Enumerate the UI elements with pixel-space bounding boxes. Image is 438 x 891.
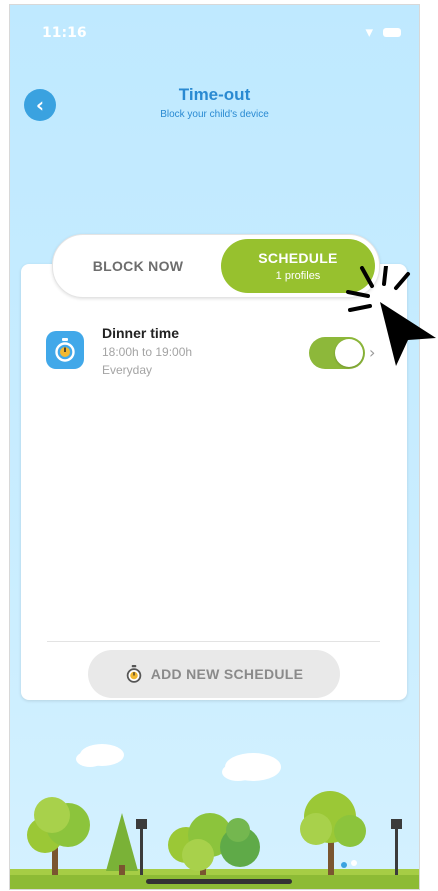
list-item[interactable]: Dinner time 18:00h to 19:00h Everyday ›	[46, 323, 376, 387]
park-scenery-illustration	[10, 744, 419, 889]
schedule-hours: 18:00h to 19:00h	[102, 345, 193, 359]
tab-schedule-count: 1 profiles	[275, 270, 321, 282]
divider	[47, 641, 380, 642]
stopwatch-icon	[126, 665, 141, 683]
segmented-control: BLOCK NOW SCHEDULE 1 profiles	[52, 234, 380, 298]
stopwatch-icon	[46, 331, 84, 369]
page-subtitle: Block your child's device	[160, 109, 269, 120]
home-indicator	[146, 879, 292, 884]
schedule-name: Dinner time	[102, 325, 180, 341]
phone-screen: 11:16 ▾ ‹ Time-out Block your child's de…	[9, 4, 420, 890]
page-title: Time-out	[178, 85, 251, 104]
tab-schedule-label: SCHEDULE	[258, 250, 338, 266]
wifi-icon: ▾	[365, 23, 373, 41]
cursor-pointer-icon	[346, 266, 436, 366]
add-new-schedule-button[interactable]: ADD NEW SCHEDULE	[88, 650, 340, 698]
add-button-label: ADD NEW SCHEDULE	[150, 666, 304, 682]
status-bar: 11:16 ▾	[10, 5, 419, 53]
battery-icon	[383, 28, 401, 37]
schedule-days: Everyday	[102, 363, 153, 377]
status-time: 11:16	[42, 25, 87, 41]
tab-block-now[interactable]: BLOCK NOW	[63, 235, 213, 297]
